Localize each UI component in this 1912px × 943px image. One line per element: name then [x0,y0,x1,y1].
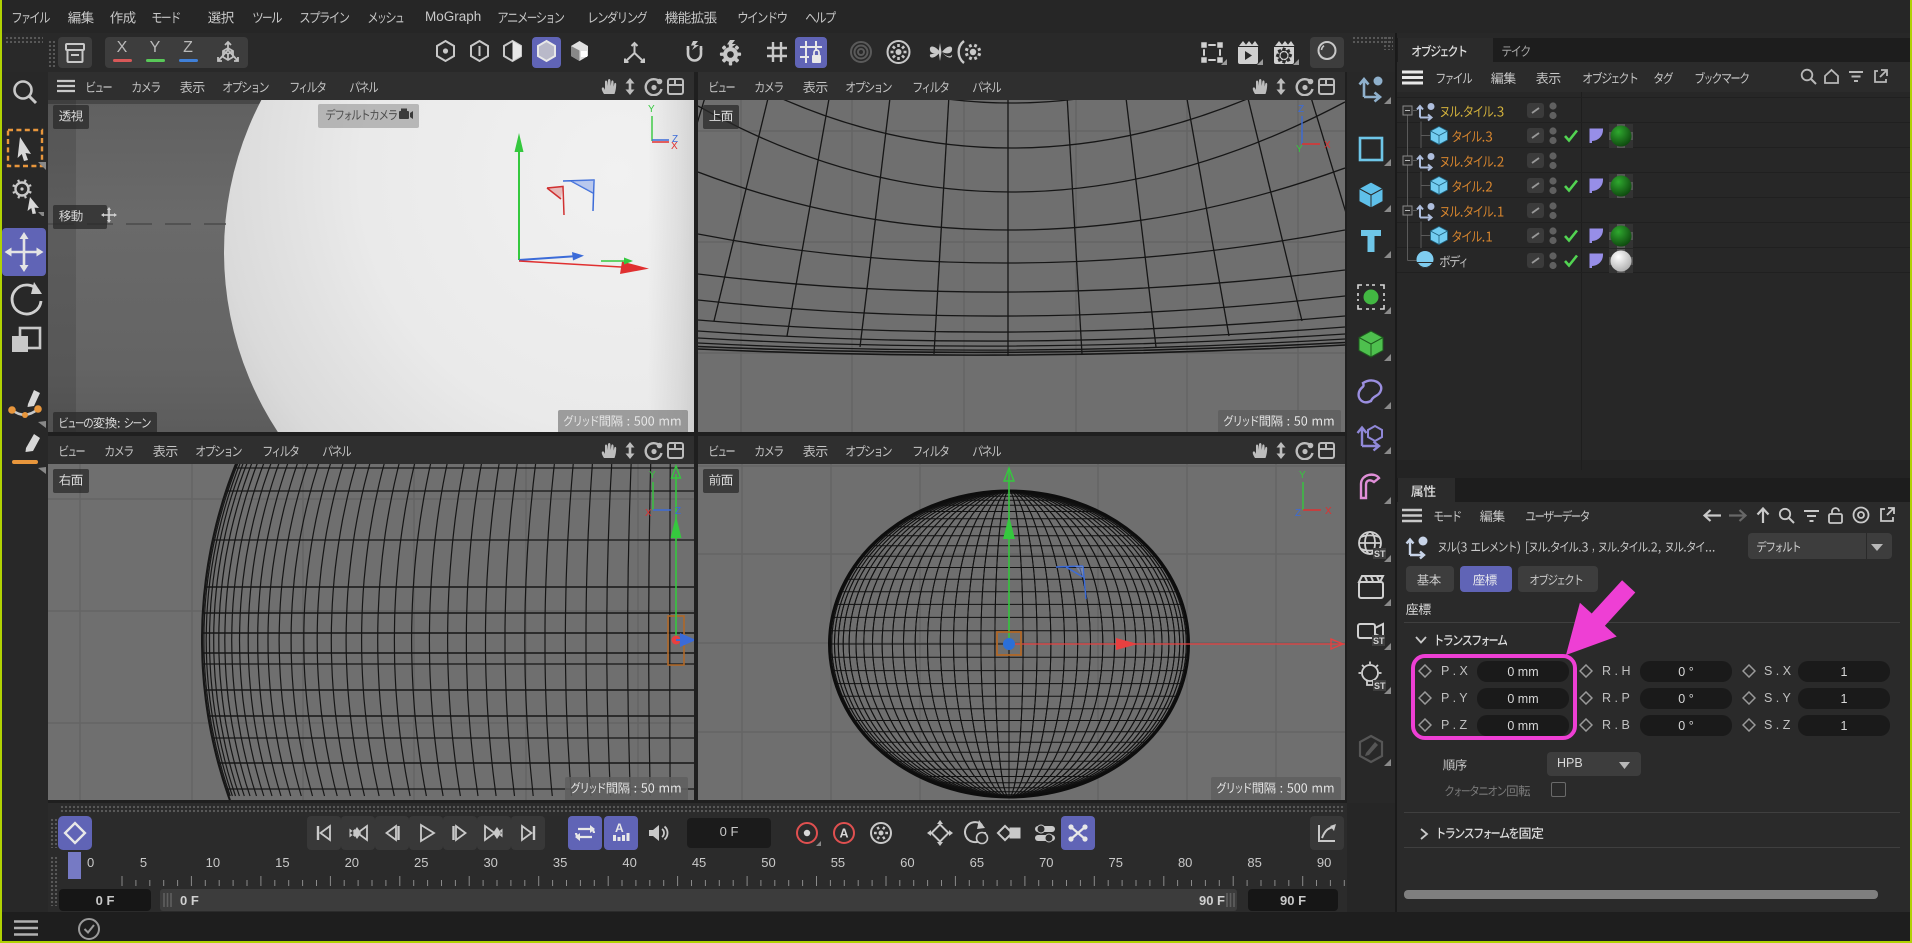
svg-text:A: A [840,827,849,841]
svg-text:Y: Y [1299,470,1306,481]
svg-text:A: A [615,821,624,835]
svg-text:X: X [671,141,678,152]
svg-text:Y: Y [648,104,655,115]
svg-text:Z: Z [1295,508,1301,519]
svg-text:Z: Z [675,506,681,517]
svg-text:X: X [645,508,652,519]
svg-text:Y: Y [1296,144,1303,155]
svg-text:X: X [1324,140,1331,151]
svg-text:X: X [1325,506,1332,517]
svg-text:Z: Z [1298,104,1304,115]
svg-text:Y: Y [649,470,656,481]
